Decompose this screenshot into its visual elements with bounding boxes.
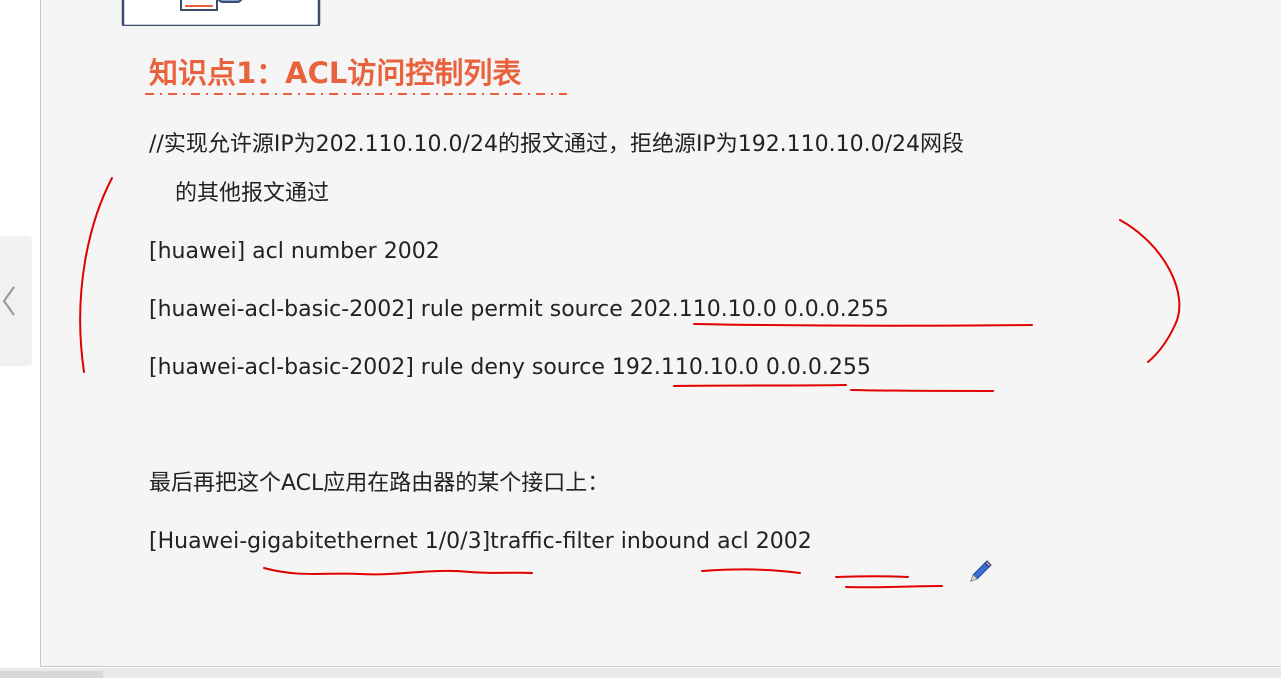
apply-instruction: 最后再把这个ACL应用在路由器的某个接口上： — [149, 471, 610, 496]
comment-line-1: //实现允许源IP为202.110.10.0/24的报文通过，拒绝源IP为192… — [149, 132, 965, 157]
previous-slide-button[interactable] — [0, 236, 32, 366]
command-rule-deny: [huawei-acl-basic-2002] rule deny source… — [149, 355, 871, 380]
command-acl-number: [huawei] acl number 2002 — [149, 239, 440, 264]
bottom-scrollbar-thumb[interactable] — [0, 671, 103, 678]
title-underline — [145, 93, 567, 95]
slide-viewer: 知识点1：ACL访问控制列表 //实现允许源IP为202.110.10.0/24… — [0, 0, 1281, 678]
chevron-left-icon — [2, 286, 15, 316]
page-title: 知识点1：ACL访问控制列表 — [149, 56, 522, 90]
comment-line-2: 的其他报文通过 — [175, 181, 330, 206]
command-rule-permit: [huawei-acl-basic-2002] rule permit sour… — [149, 297, 889, 322]
document-illustration — [121, 0, 321, 26]
slide-canvas: 知识点1：ACL访问控制列表 //实现允许源IP为202.110.10.0/24… — [40, 0, 1281, 667]
bottom-scrollbar-track[interactable] — [0, 668, 1281, 678]
pencil-icon[interactable] — [966, 560, 992, 586]
command-traffic-filter: [Huawei-gigabitethernet 1/0/3]traffic-fi… — [149, 529, 812, 554]
